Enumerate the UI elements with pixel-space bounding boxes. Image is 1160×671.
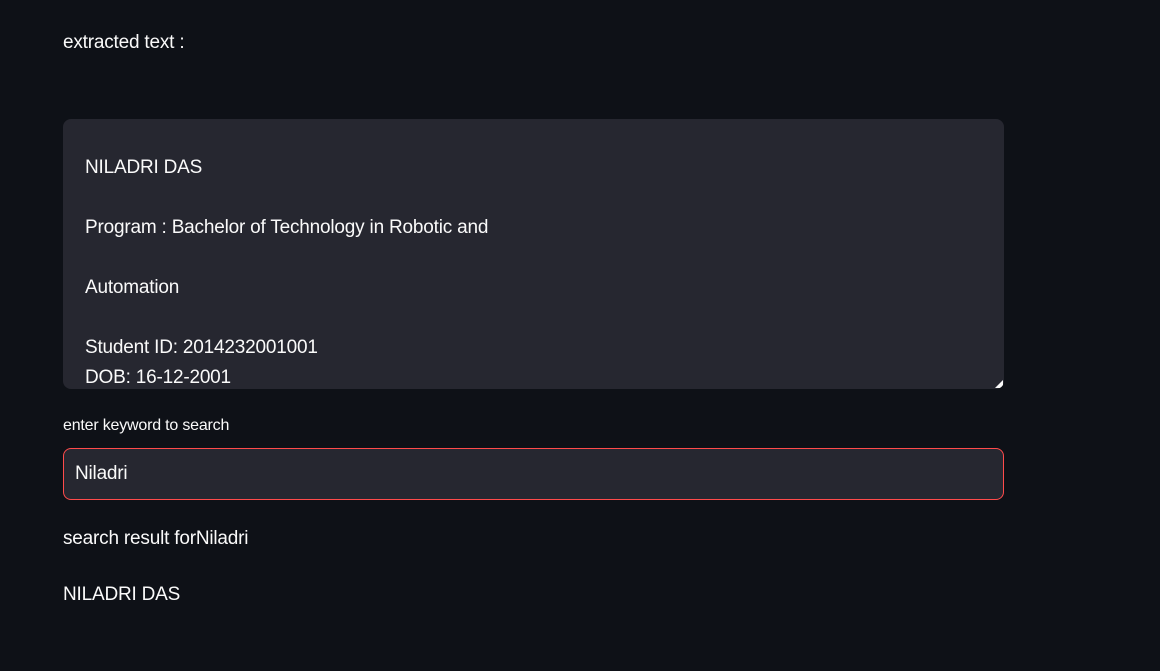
extracted-text-label: extracted text : xyxy=(63,32,185,53)
extracted-line: DOB: 16-12-2001 xyxy=(85,367,231,388)
extracted-line xyxy=(85,303,982,333)
search-result-heading: search result forNiladri xyxy=(63,528,249,549)
extracted-line: Automation xyxy=(85,277,180,298)
extracted-line: Student ID: 2014232001001 xyxy=(85,337,318,358)
app-main: extracted text : NILADRI DAS Program : B… xyxy=(0,0,1160,671)
extracted-line xyxy=(85,183,982,213)
keyword-search-input[interactable] xyxy=(63,448,1004,500)
resize-handle-icon[interactable] xyxy=(995,380,1003,388)
search-result-item: NILADRI DAS xyxy=(63,584,181,605)
extracted-text-area[interactable]: NILADRI DAS Program : Bachelor of Techno… xyxy=(63,119,1004,389)
extracted-line: Program : Bachelor of Technology in Robo… xyxy=(85,217,489,238)
keyword-search-label: enter keyword to search xyxy=(63,417,230,434)
extracted-line: NILADRI DAS xyxy=(85,157,203,178)
extracted-line xyxy=(85,243,982,273)
extracted-text-content[interactable]: NILADRI DAS Program : Bachelor of Techno… xyxy=(63,119,1004,389)
